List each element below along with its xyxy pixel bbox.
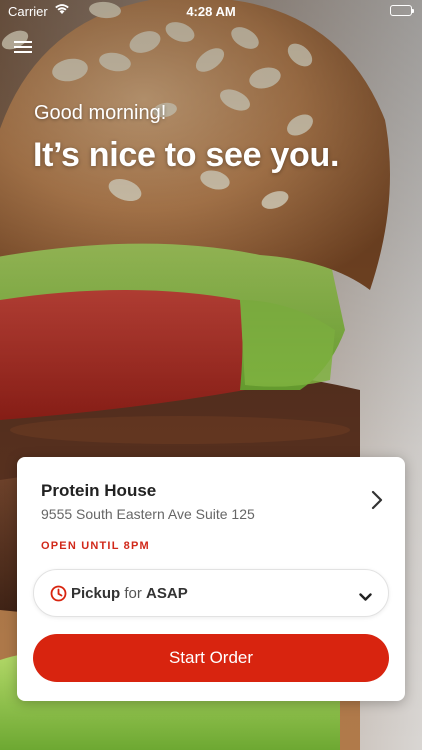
battery-icon xyxy=(390,5,414,16)
pickup-summary: Pickup for ASAP xyxy=(71,585,188,602)
chevron-down-icon[interactable] xyxy=(359,589,372,607)
store-name: Protein House xyxy=(41,481,157,500)
store-selector[interactable]: Protein House 9555 South Eastern Ave Sui… xyxy=(17,457,405,537)
store-hours-status: OPEN UNTIL 8PM xyxy=(41,540,150,552)
status-bar: Carrier 4:28 AM xyxy=(0,0,422,22)
welcome-headline: It’s nice to see you. xyxy=(33,136,340,174)
store-address: 9555 South Eastern Ave Suite 125 xyxy=(41,506,255,522)
pickup-mode: Pickup xyxy=(71,585,121,602)
start-order-button[interactable]: Start Order xyxy=(33,634,389,682)
greeting-text: Good morning! xyxy=(34,102,167,124)
chevron-right-icon[interactable] xyxy=(371,490,383,515)
pickup-time-selector[interactable]: Pickup for ASAP xyxy=(33,569,389,617)
pickup-connector: for xyxy=(124,585,142,602)
location-card: Protein House 9555 South Eastern Ave Sui… xyxy=(17,457,405,701)
pickup-time: ASAP xyxy=(146,585,188,602)
clock-time: 4:28 AM xyxy=(186,4,236,19)
clock-icon xyxy=(50,585,67,607)
hamburger-menu-icon[interactable] xyxy=(14,38,36,58)
